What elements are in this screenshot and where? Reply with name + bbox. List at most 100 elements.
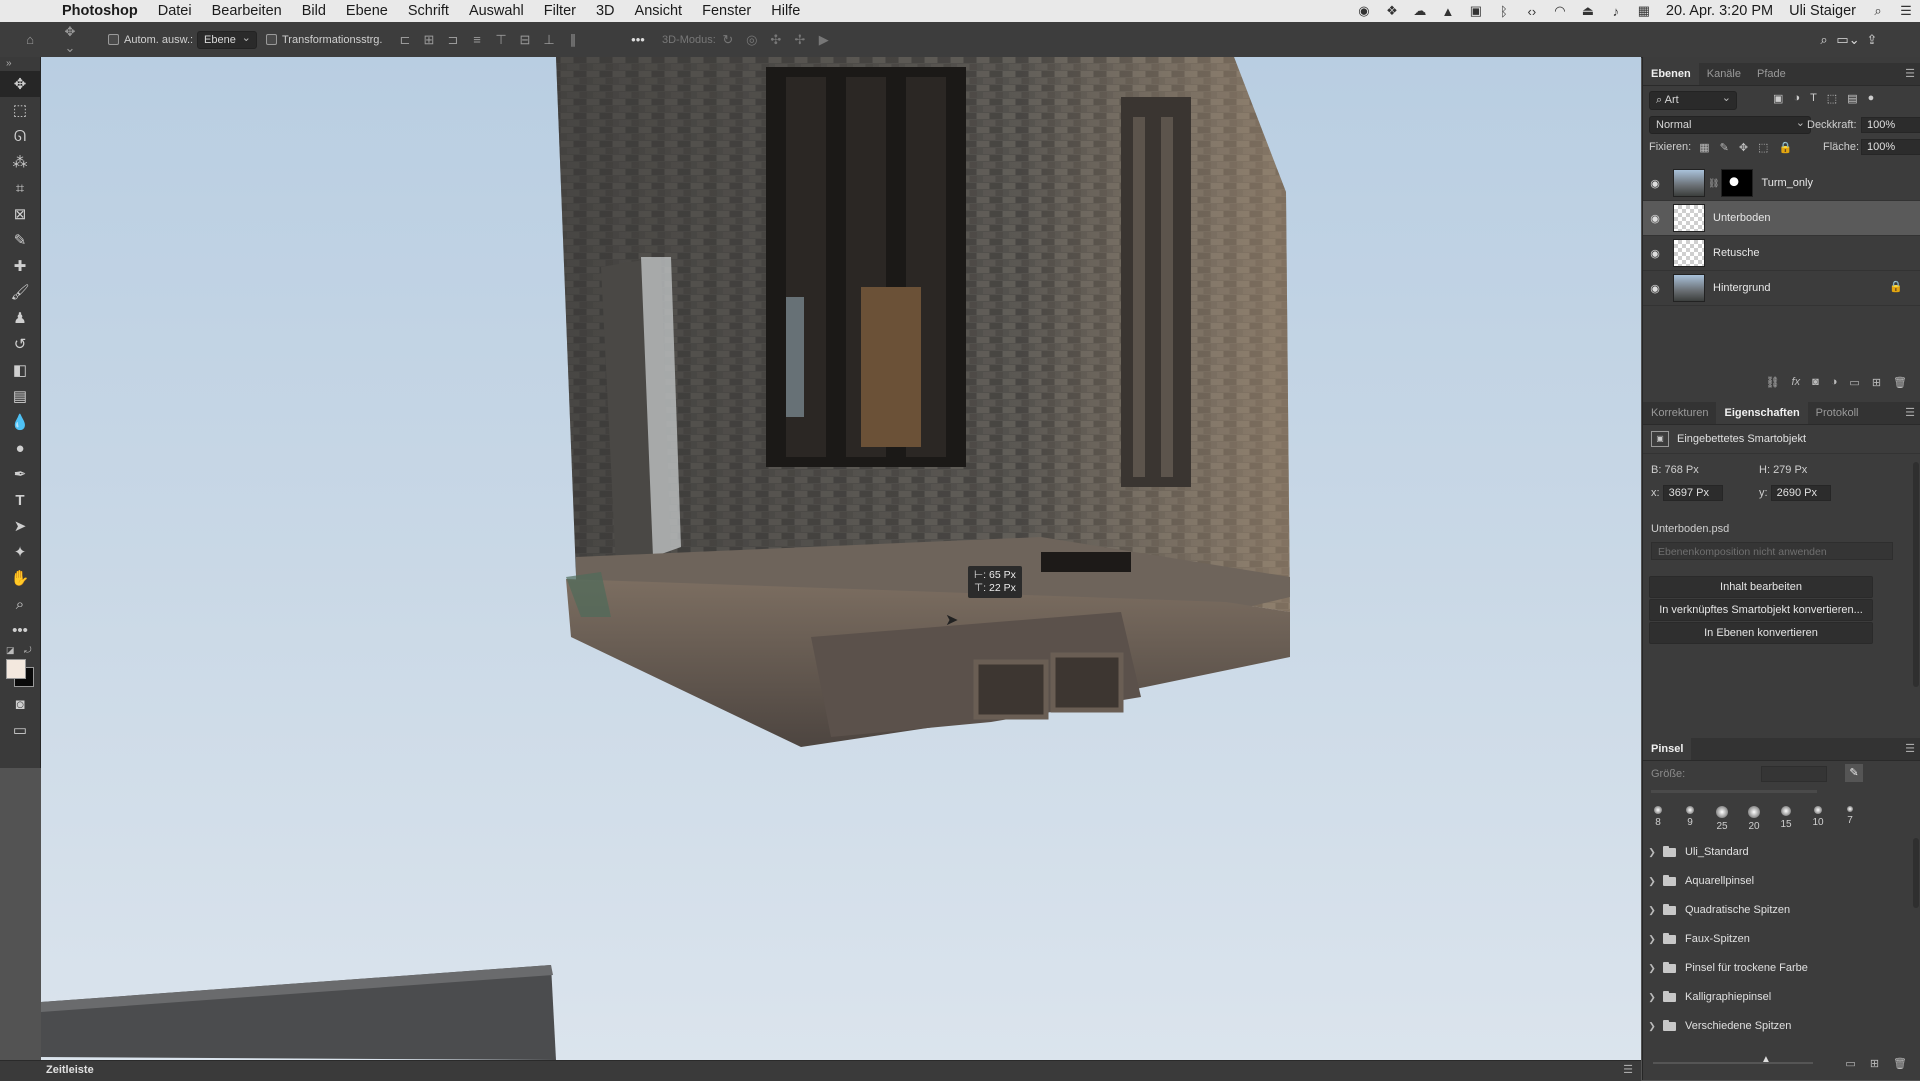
brush-preset[interactable]: 7 xyxy=(1839,806,1861,832)
align-middle-v-icon[interactable]: ⊟ xyxy=(513,32,537,48)
brush-group-faux[interactable]: ❯ Faux-Spitzen xyxy=(1643,925,1920,953)
share-icon[interactable]: ⇪ xyxy=(1860,32,1884,48)
filter-adjustment-icon[interactable]: ◑ xyxy=(1793,92,1800,105)
chevron-right-icon[interactable]: ❯ xyxy=(1643,876,1661,887)
filter-pixel-icon[interactable]: ▣ xyxy=(1773,92,1783,105)
visibility-eye-icon[interactable]: ◉ xyxy=(1643,282,1667,295)
calendar-icon[interactable]: ▦ xyxy=(1630,3,1658,19)
delete-layer-trash-icon[interactable]: 🗑 xyxy=(1893,376,1907,389)
edit-toolbar-icon[interactable]: ••• xyxy=(0,617,40,643)
brush-preset[interactable]: 9 xyxy=(1679,806,1701,832)
layers-panel-menu-icon[interactable]: ☰ xyxy=(1905,67,1915,80)
brush-preset[interactable]: 25 xyxy=(1711,806,1733,832)
fill-field[interactable]: 100% xyxy=(1861,139,1920,155)
swap-colors-icon[interactable]: ⤾ xyxy=(24,645,32,656)
tab-kanaele[interactable]: Kanäle xyxy=(1699,63,1749,85)
search-icon[interactable]: ⌕ xyxy=(1812,32,1836,48)
3d-slide-icon[interactable]: ✢ xyxy=(788,32,812,48)
blend-mode-dropdown[interactable]: Normal xyxy=(1649,116,1811,134)
toolbar-collapse-icon[interactable]: » xyxy=(0,57,40,71)
new-brush-group-folder-icon[interactable]: ▭ xyxy=(1845,1057,1855,1070)
move-tool-icon[interactable]: ✥ xyxy=(0,71,40,97)
lock-artboard-icon[interactable]: ⬚ xyxy=(1758,141,1768,154)
layer-filter-dropdown[interactable]: ⌕ Art xyxy=(1649,90,1737,110)
document-canvas[interactable]: ⊢: 65 Px ⊤: 22 Px ➤ xyxy=(41,57,1641,1060)
lock-all-icon[interactable]: 🔒 xyxy=(1778,141,1792,154)
shape-tool-icon[interactable]: ✦ xyxy=(0,539,40,565)
brushes-scrollbar[interactable] xyxy=(1913,838,1919,908)
brushes-panel-menu-icon[interactable]: ☰ xyxy=(1905,742,1915,755)
volume-icon[interactable]: ♪ xyxy=(1602,4,1630,19)
timeline-menu-icon[interactable]: ☰ xyxy=(1623,1063,1633,1076)
menu-schrift[interactable]: Schrift xyxy=(398,0,459,22)
distribute-v-icon[interactable]: ∥ xyxy=(561,32,585,48)
layer-row-unterboden[interactable]: ◉ Unterboden xyxy=(1643,201,1920,236)
dodge-tool-icon[interactable]: ● xyxy=(0,435,40,461)
tab-ebenen[interactable]: Ebenen xyxy=(1643,63,1699,85)
edit-contents-button[interactable]: Inhalt bearbeiten xyxy=(1649,576,1873,598)
layer-row-hintergrund[interactable]: ◉ Hintergrund 🔒 xyxy=(1643,271,1920,306)
filter-toggle-icon[interactable]: ● xyxy=(1868,92,1875,105)
brush-preset[interactable]: 10 xyxy=(1807,806,1829,832)
convert-to-layers-button[interactable]: In Ebenen konvertieren xyxy=(1649,622,1873,644)
timeline-bar[interactable]: Zeitleiste ☰ xyxy=(0,1060,1641,1081)
link-layers-icon[interactable]: ⛓ xyxy=(1766,376,1780,389)
menu-fenster[interactable]: Fenster xyxy=(692,0,761,22)
3d-pan-icon[interactable]: ✣ xyxy=(764,32,788,48)
chevron-right-icon[interactable]: ❯ xyxy=(1643,1021,1661,1032)
filter-type-icon[interactable]: T xyxy=(1810,92,1817,105)
new-group-folder-icon[interactable]: ▭ xyxy=(1849,376,1859,389)
new-adjustment-icon[interactable]: ◑ xyxy=(1831,376,1838,388)
more-options-icon[interactable]: ••• xyxy=(626,32,650,47)
screen-mode-icon[interactable]: ▭ xyxy=(0,717,40,743)
brush-preset[interactable]: 20 xyxy=(1743,806,1765,832)
align-right-icon[interactable]: ⊐ xyxy=(441,32,465,48)
chevron-right-icon[interactable]: ❯ xyxy=(1643,847,1661,858)
new-brush-preset-icon[interactable]: ⊞ xyxy=(1870,1057,1879,1070)
align-bottom-icon[interactable]: ⊥ xyxy=(537,32,561,48)
wifi-icon[interactable]: ◠ xyxy=(1546,3,1574,19)
foreground-color-swatch[interactable] xyxy=(6,659,26,679)
zoom-tool-icon[interactable]: ⌕ xyxy=(0,591,40,617)
code-icon[interactable]: ‹› xyxy=(1518,4,1546,19)
brush-preview-slider[interactable] xyxy=(1653,1062,1813,1064)
quick-mask-icon[interactable]: ◙ xyxy=(0,691,40,717)
clone-stamp-tool-icon[interactable]: ♟ xyxy=(0,305,40,331)
layer-row-turm-only[interactable]: ◉ ⛓ Turm_only xyxy=(1643,166,1920,201)
brush-group-uli-standard[interactable]: ❯ Uli_Standard xyxy=(1643,838,1920,866)
visibility-eye-icon[interactable]: ◉ xyxy=(1643,212,1667,225)
type-tool-icon[interactable]: T xyxy=(0,487,40,513)
home-icon[interactable]: ⌂ xyxy=(18,32,42,47)
crop-tool-icon[interactable]: ⌗ xyxy=(0,175,40,201)
brush-preset[interactable]: 8 xyxy=(1647,806,1669,832)
properties-scrollbar[interactable] xyxy=(1913,462,1919,687)
spotlight-search-icon[interactable]: ⌕ xyxy=(1864,3,1892,19)
align-center-h-icon[interactable]: ⊞ xyxy=(417,32,441,48)
layer-style-fx-icon[interactable]: fx xyxy=(1792,376,1801,388)
history-brush-tool-icon[interactable]: ↺ xyxy=(0,331,40,357)
align-left-icon[interactable]: ⊏ xyxy=(393,32,417,48)
visibility-eye-icon[interactable]: ◉ xyxy=(1643,247,1667,260)
menu-ansicht[interactable]: Ansicht xyxy=(625,0,693,22)
menu-hilfe[interactable]: Hilfe xyxy=(761,0,810,22)
tab-korrekturen[interactable]: Korrekturen xyxy=(1643,402,1716,424)
warning-icon[interactable]: ▲ xyxy=(1434,4,1462,19)
width-value[interactable]: 768 Px xyxy=(1664,464,1698,476)
lock-position-icon[interactable]: ✥ xyxy=(1739,141,1748,154)
tab-eigenschaften[interactable]: Eigenschaften xyxy=(1716,402,1808,424)
brush-group-trockene-farbe[interactable]: ❯ Pinsel für trockene Farbe xyxy=(1643,954,1920,982)
auto-select-checkbox[interactable] xyxy=(108,34,119,45)
menu-3d[interactable]: 3D xyxy=(586,0,625,22)
brush-group-kalligraphie[interactable]: ❯ Kalligraphiepinsel xyxy=(1643,983,1920,1011)
3d-camera-icon[interactable]: ▶ xyxy=(812,32,836,48)
lasso-tool-icon[interactable]: ᘏ xyxy=(0,123,40,149)
brush-tool-icon[interactable]: 🖌 xyxy=(0,279,40,305)
path-selection-tool-icon[interactable]: ➤ xyxy=(0,513,40,539)
visibility-eye-icon[interactable]: ◉ xyxy=(1643,177,1667,190)
menu-ebene[interactable]: Ebene xyxy=(336,0,398,22)
filter-shape-icon[interactable]: ⬚ xyxy=(1827,92,1837,105)
eraser-tool-icon[interactable]: ◧ xyxy=(0,357,40,383)
brush-size-field[interactable] xyxy=(1761,766,1827,782)
app-status-icon[interactable]: ▣ xyxy=(1462,3,1490,19)
align-top-icon[interactable]: ⊤ xyxy=(489,32,513,48)
